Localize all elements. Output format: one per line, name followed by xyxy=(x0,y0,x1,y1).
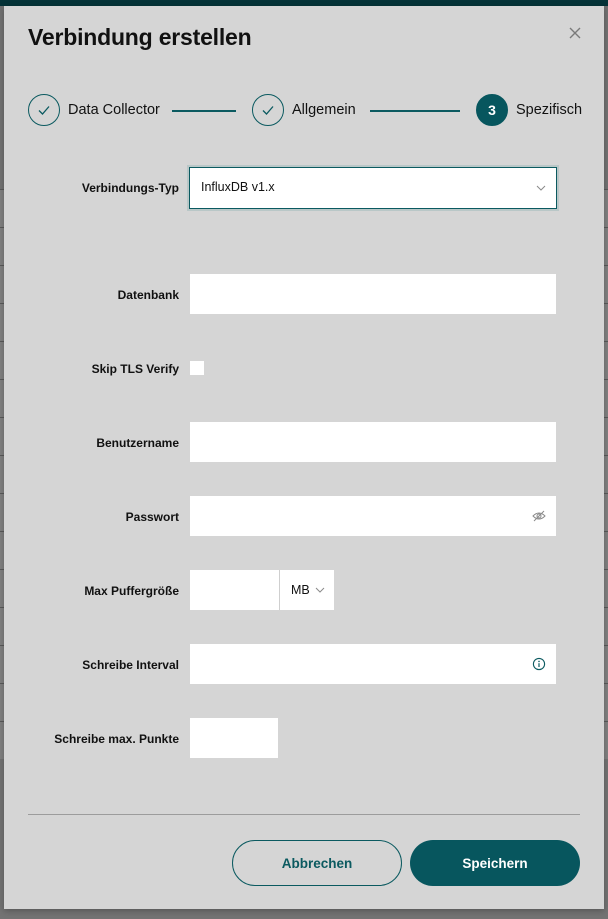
database-input[interactable] xyxy=(190,274,556,314)
save-button[interactable]: Speichern xyxy=(410,840,580,886)
step-connector xyxy=(370,110,460,112)
write-interval-field[interactable] xyxy=(190,644,556,684)
dialog-title: Verbindung erstellen xyxy=(28,24,252,50)
chevron-down-icon xyxy=(536,185,546,191)
connection-type-value: InfluxDB v1.x xyxy=(201,180,275,194)
write-max-points-label: Schreibe max. Punkte xyxy=(54,732,179,746)
step-3-number: 3 xyxy=(488,102,496,118)
password-field[interactable] xyxy=(190,496,556,536)
skip-tls-verify-checkbox[interactable] xyxy=(190,361,204,375)
stepper: Data Collector Allgemein 3 Spezifisch xyxy=(4,94,604,128)
step-connector xyxy=(172,110,236,112)
info-icon xyxy=(532,657,546,671)
write-interval-label: Schreibe Interval xyxy=(82,658,179,672)
check-icon xyxy=(262,106,274,115)
toggle-password-visibility[interactable] xyxy=(532,509,546,523)
write-max-points-input[interactable] xyxy=(190,718,278,758)
footer-divider xyxy=(28,814,580,815)
skip-tls-verify-label: Skip TLS Verify xyxy=(91,362,179,376)
username-input[interactable] xyxy=(190,422,556,462)
create-connection-dialog: Verbindung erstellen Data Collector Allg… xyxy=(4,6,604,909)
write-interval-info[interactable] xyxy=(532,657,546,671)
connection-type-select-box[interactable]: InfluxDB v1.x xyxy=(189,167,557,209)
step-3-label: Spezifisch xyxy=(516,102,583,118)
close-button[interactable] xyxy=(566,24,584,42)
max-buffer-size-input[interactable] xyxy=(190,570,279,610)
database-label: Datenbank xyxy=(117,288,179,302)
eye-off-icon xyxy=(532,510,546,522)
cancel-button[interactable]: Abbrechen xyxy=(232,840,402,886)
buffer-unit-value: MB xyxy=(291,583,310,597)
max-buffer-size-label: Max Puffergröße xyxy=(84,584,179,598)
step-1-indicator xyxy=(28,94,60,126)
username-label: Benutzername xyxy=(96,436,179,450)
close-icon xyxy=(569,27,581,39)
step-2-label: Allgemein xyxy=(292,102,356,118)
connection-type-label: Verbindungs-Typ xyxy=(81,181,179,195)
buffer-unit-select[interactable]: MB xyxy=(279,570,334,610)
connection-type-select[interactable]: InfluxDB v1.x xyxy=(187,165,559,211)
chevron-down-icon xyxy=(315,587,325,593)
step-2-indicator xyxy=(252,94,284,126)
check-icon xyxy=(38,106,50,115)
step-3-indicator: 3 xyxy=(476,94,508,126)
step-1-label: Data Collector xyxy=(68,102,160,118)
password-label: Passwort xyxy=(125,510,179,524)
